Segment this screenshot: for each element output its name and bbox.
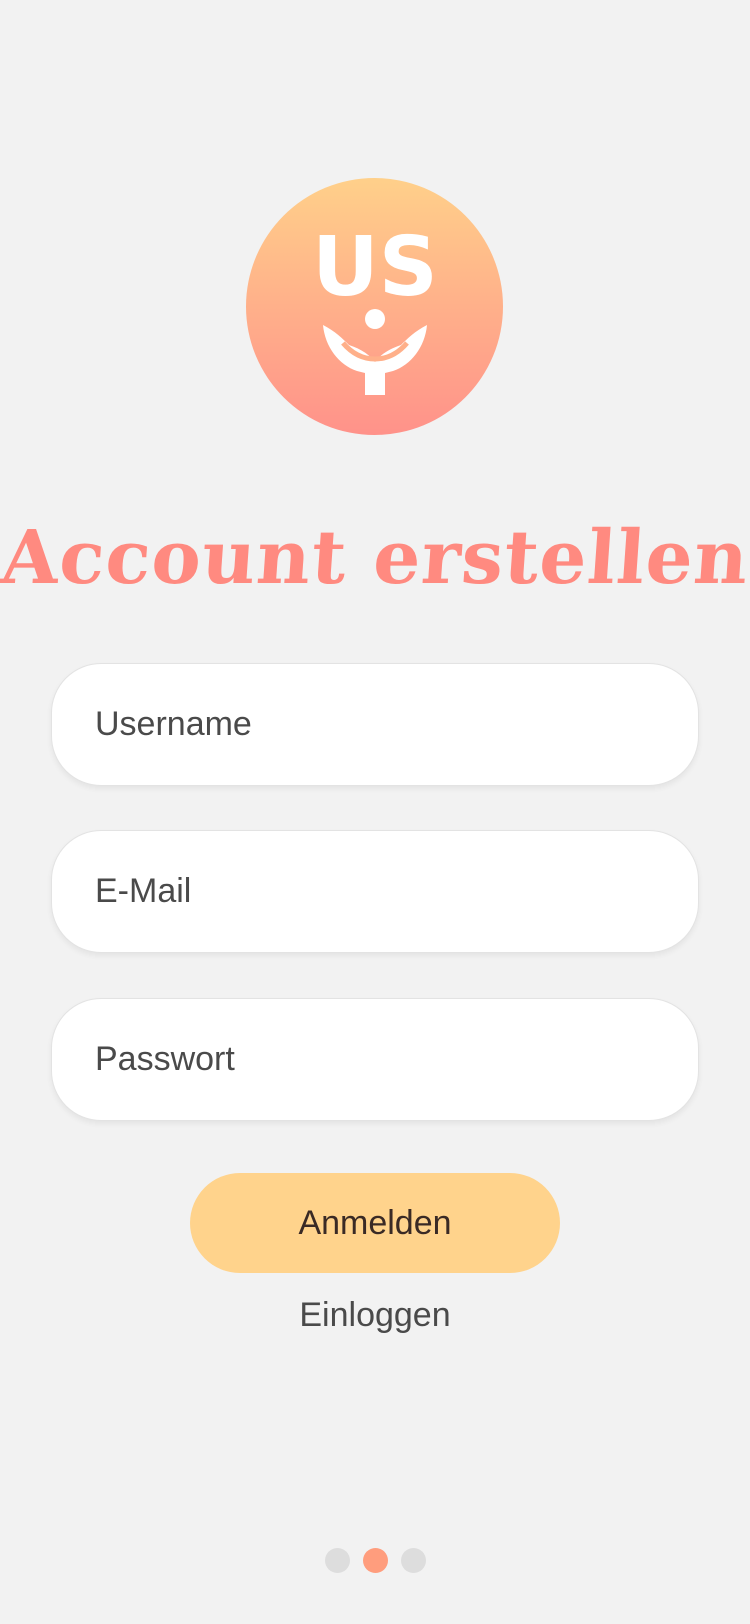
page-title: Account erstellen (0, 515, 750, 601)
username-input[interactable] (95, 664, 698, 785)
logo-hands-icon: US (312, 220, 438, 395)
password-input[interactable] (95, 999, 698, 1120)
page-indicator (0, 1548, 750, 1573)
app-logo: US (246, 178, 503, 435)
email-input[interactable] (95, 831, 698, 952)
logo-text: US (312, 220, 438, 315)
register-button[interactable]: Anmelden (190, 1173, 560, 1273)
page-dot-active[interactable] (362, 1548, 388, 1573)
password-field[interactable] (51, 998, 699, 1121)
email-field[interactable] (51, 830, 699, 953)
username-field[interactable] (51, 663, 699, 786)
login-link[interactable]: Einloggen (0, 1296, 750, 1335)
page-dot[interactable] (324, 1548, 350, 1573)
page-dot[interactable] (400, 1548, 426, 1573)
signup-screen: US Account erstellen Anmelden Einloggen (0, 0, 750, 1624)
